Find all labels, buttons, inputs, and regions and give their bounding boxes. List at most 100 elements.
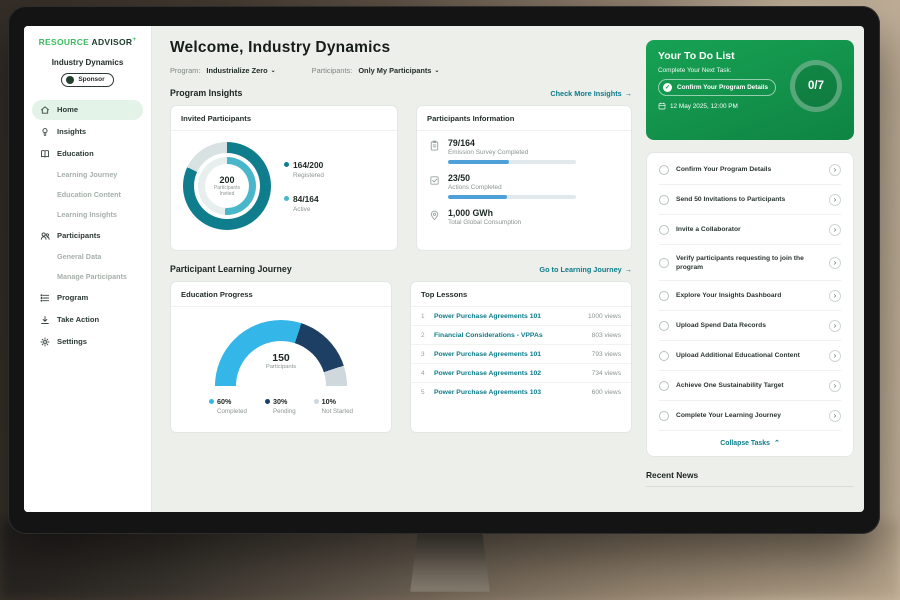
- task-row[interactable]: Invite a Collaborator ›: [659, 215, 841, 245]
- sidebar-item-label: Manage Participants: [57, 272, 127, 281]
- task-row[interactable]: Verify participants requesting to join t…: [659, 245, 841, 281]
- stat-row: 79/164 Emission Survey Completed: [429, 138, 619, 164]
- card-title: Participants Information: [417, 106, 631, 131]
- book-icon: [40, 149, 50, 159]
- legend-item-top: 84/164: [284, 194, 324, 204]
- task-row[interactable]: Complete Your Learning Journey ›: [659, 401, 841, 431]
- next-task-chip[interactable]: ✓ Confirm Your Program Details: [658, 79, 776, 96]
- sidebar-item-label: Learning Journey: [57, 170, 117, 179]
- sidebar-item-participants[interactable]: Participants: [32, 226, 143, 246]
- stat-row: 1,000 GWh Total Global Consumption: [429, 208, 619, 226]
- chevron-right-icon[interactable]: ›: [829, 410, 841, 422]
- task-checkbox[interactable]: [659, 195, 669, 205]
- monitor-stand: [410, 530, 490, 592]
- chevron-right-icon[interactable]: ›: [829, 380, 841, 392]
- task-label: Complete Your Learning Journey: [676, 411, 822, 420]
- todo-summary-card: Your To Do List Complete Your Next Task:…: [646, 40, 854, 140]
- task-checkbox[interactable]: [659, 165, 669, 175]
- go-to-learning-journey-link[interactable]: Go to Learning Journey →: [539, 265, 632, 274]
- donut-gap-ring: 200 Participants Invited: [194, 153, 260, 219]
- legend-item-top: 60%: [209, 397, 247, 406]
- program-insights-header: Program Insights Check More Insights →: [170, 88, 632, 98]
- lesson-link[interactable]: Power Purchase Agreements 103: [434, 389, 586, 396]
- legend-label: Completed: [217, 408, 247, 415]
- chevron-right-icon[interactable]: ›: [829, 290, 841, 302]
- lesson-row[interactable]: 2 Financial Considerations - VPPAs 803 v…: [411, 326, 631, 345]
- sidebar-item-take-action[interactable]: Take Action: [32, 310, 143, 330]
- task-checkbox[interactable]: [659, 381, 669, 391]
- task-checkbox[interactable]: [659, 258, 669, 268]
- lesson-link[interactable]: Power Purchase Agreements 101: [434, 313, 582, 320]
- lesson-row[interactable]: 5 Power Purchase Agreements 103 600 view…: [411, 383, 631, 401]
- filter-bar: Program: Industrialize Zero ⌄ Participan…: [170, 66, 646, 75]
- task-row[interactable]: Confirm Your Program Details ›: [659, 155, 841, 185]
- chevron-right-icon[interactable]: ›: [829, 164, 841, 176]
- card-title: Invited Participants: [171, 106, 397, 131]
- chevron-right-icon[interactable]: ›: [829, 224, 841, 236]
- sidebar-item-learning-journey[interactable]: Learning Journey: [32, 166, 143, 184]
- lesson-link[interactable]: Power Purchase Agreements 101: [434, 351, 586, 358]
- participants-stats: 79/164 Emission Survey Completed 23/50 A…: [417, 131, 631, 233]
- check-icon: ✓: [663, 83, 672, 92]
- legend-dot: [209, 399, 214, 404]
- gauge-center: 150 Participants: [215, 352, 347, 370]
- task-row[interactable]: Explore Your Insights Dashboard ›: [659, 281, 841, 311]
- donut-inner-ring: 200 Participants Invited: [198, 157, 256, 215]
- lesson-row[interactable]: 4 Power Purchase Agreements 102 734 view…: [411, 364, 631, 383]
- lesson-rank: 3: [421, 351, 428, 358]
- chevron-right-icon[interactable]: ›: [829, 320, 841, 332]
- task-checkbox[interactable]: [659, 291, 669, 301]
- chevron-right-icon[interactable]: ›: [829, 257, 841, 269]
- stat-value: 79/164: [448, 138, 576, 148]
- task-row[interactable]: Send 50 Invitations to Participants ›: [659, 185, 841, 215]
- link-label: Go to Learning Journey: [539, 265, 621, 274]
- lightbulb-icon: [40, 127, 50, 137]
- donut-center-label: Participants Invited: [210, 185, 244, 197]
- sidebar-item-learning-insights[interactable]: Learning Insights: [32, 206, 143, 224]
- sidebar-item-home[interactable]: Home: [32, 100, 143, 120]
- card-title: Education Progress: [171, 282, 391, 307]
- stat-content: 1,000 GWh Total Global Consumption: [448, 208, 521, 226]
- lesson-link[interactable]: Power Purchase Agreements 102: [434, 370, 586, 377]
- task-row[interactable]: Achieve One Sustainability Target ›: [659, 371, 841, 401]
- sidebar-item-settings[interactable]: Settings: [32, 332, 143, 352]
- lesson-row[interactable]: 1 Power Purchase Agreements 101 1000 vie…: [411, 307, 631, 326]
- legend-percent: 30%: [273, 397, 287, 406]
- sidebar-item-insights[interactable]: Insights: [32, 122, 143, 142]
- lessons-list: 1 Power Purchase Agreements 101 1000 vie…: [411, 307, 631, 401]
- sidebar-item-education-content[interactable]: Education Content: [32, 186, 143, 204]
- task-label: Upload Spend Data Records: [676, 321, 822, 330]
- task-row[interactable]: Upload Spend Data Records ›: [659, 311, 841, 341]
- sponsor-icon: [66, 76, 74, 84]
- chevron-right-icon[interactable]: ›: [829, 350, 841, 362]
- lesson-rank: 5: [421, 389, 428, 396]
- task-row[interactable]: Upload Additional Educational Content ›: [659, 341, 841, 371]
- sidebar-item-program[interactable]: Program: [32, 288, 143, 308]
- sidebar-item-manage-participants[interactable]: Manage Participants: [32, 268, 143, 286]
- section-title: Participant Learning Journey: [170, 264, 292, 274]
- arrow-right-icon: →: [625, 89, 632, 98]
- sidebar-item-label: General Data: [57, 252, 101, 261]
- lesson-views: 793 views: [592, 351, 621, 358]
- sidebar-item-label: Insights: [57, 127, 86, 136]
- arrow-right-icon: →: [625, 265, 632, 274]
- check-more-insights-link[interactable]: Check More Insights →: [550, 89, 632, 98]
- sidebar-item-general-data[interactable]: General Data: [32, 248, 143, 266]
- lesson-link[interactable]: Financial Considerations - VPPAs: [434, 332, 586, 339]
- collapse-tasks-link[interactable]: Collapse Tasks ⌃: [659, 431, 841, 450]
- app-screen: RESOURCE ADVISOR+ Industry Dynamics Spon…: [24, 26, 864, 512]
- chevron-down-icon: ⌄: [434, 67, 439, 74]
- task-checkbox[interactable]: [659, 225, 669, 235]
- participants-filter-dropdown[interactable]: Only My Participants ⌄: [358, 66, 439, 75]
- chevron-right-icon[interactable]: ›: [829, 194, 841, 206]
- lesson-row[interactable]: 3 Power Purchase Agreements 101 793 view…: [411, 345, 631, 364]
- survey-clipboard-icon: [429, 140, 440, 151]
- gear-icon: [40, 337, 50, 347]
- stat-label: Emission Survey Completed: [448, 149, 576, 156]
- task-checkbox[interactable]: [659, 411, 669, 421]
- task-checkbox[interactable]: [659, 351, 669, 361]
- task-checkbox[interactable]: [659, 321, 669, 331]
- education-legend: 60% Completed 30% Pending 10%: [171, 397, 391, 415]
- program-filter-dropdown[interactable]: Industrialize Zero ⌄: [206, 66, 275, 75]
- sidebar-item-education[interactable]: Education: [32, 144, 143, 164]
